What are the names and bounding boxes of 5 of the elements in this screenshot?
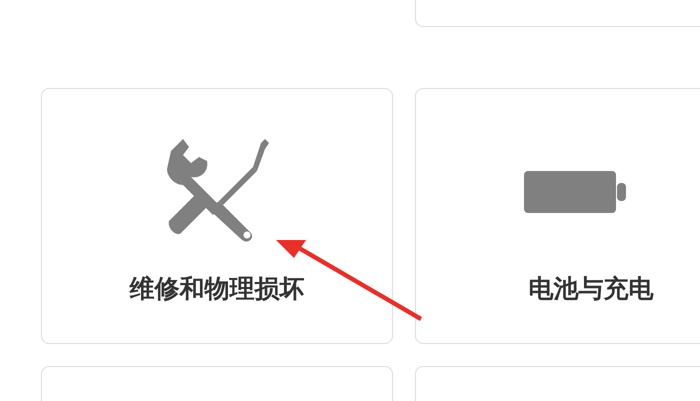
card-title: 电池与充电 bbox=[528, 273, 654, 305]
card-title: 维修和物理损坏 bbox=[130, 273, 304, 305]
battery-icon bbox=[524, 171, 628, 213]
category-card[interactable]: 维修和物理损坏 bbox=[41, 88, 393, 344]
category-card[interactable]: 电池与充电 bbox=[415, 88, 700, 344]
